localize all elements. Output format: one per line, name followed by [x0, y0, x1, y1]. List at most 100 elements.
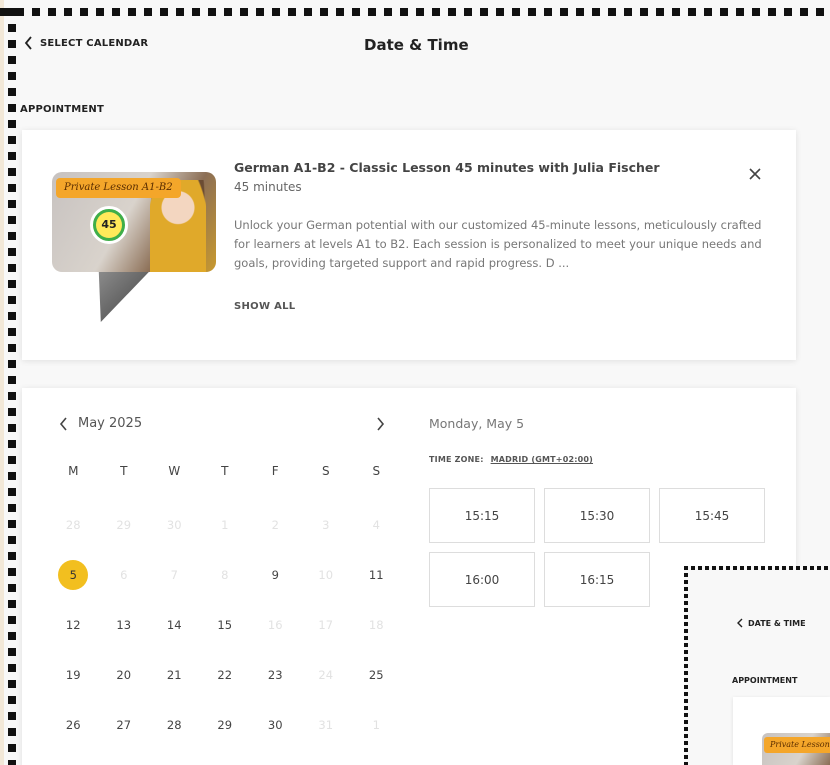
- calendar-day[interactable]: 26: [48, 708, 99, 758]
- calendar-day[interactable]: 11: [351, 558, 402, 608]
- calendar-day: 29: [99, 508, 150, 558]
- calendar-day-number: 30: [166, 518, 182, 532]
- calendar-day-selected[interactable]: 5: [48, 558, 99, 608]
- lesson-image: Private Lesson A1-B2 45: [52, 172, 216, 272]
- preview-back-label: DATE & TIME: [748, 618, 806, 628]
- calendar-day-number: 19: [65, 668, 81, 682]
- weekday-header: T: [120, 464, 128, 478]
- calendar-day-number: 9: [271, 568, 279, 582]
- calendar-day[interactable]: 30: [250, 708, 301, 758]
- preview-back-button[interactable]: DATE & TIME: [736, 618, 806, 628]
- calendar-day-number: 31: [318, 718, 334, 732]
- lesson-badge: Private Lesson A1-B2: [56, 178, 181, 198]
- appointment-title: German A1-B2 - Classic Lesson 45 minutes…: [234, 160, 660, 175]
- next-month-icon[interactable]: [374, 416, 386, 432]
- calendar-day[interactable]: 9: [250, 558, 301, 608]
- calendar-card: May 2025 M T W T F S S 28 29 30 1 2 3 4 5 6 7 8 9 10 11 12 13 1…: [22, 388, 796, 765]
- chevron-left-icon: [737, 618, 743, 628]
- calendar-day[interactable]: 20: [99, 658, 150, 708]
- calendar-day: 6: [99, 558, 150, 608]
- calendar-day[interactable]: 22: [200, 658, 251, 708]
- calendar-day[interactable]: 23: [250, 658, 301, 708]
- dashed-border-top: [0, 8, 830, 16]
- weekday-header: S: [321, 464, 330, 478]
- calendar-day[interactable]: 13: [99, 608, 150, 658]
- calendar-day-number: 7: [170, 568, 178, 582]
- appointment-duration: 45 minutes: [234, 180, 302, 194]
- preview-dashed-border-left: [684, 566, 688, 765]
- timezone-selector[interactable]: MADRID (GMT+02:00): [491, 455, 593, 464]
- appointment-section-label: APPOINTMENT: [20, 104, 104, 115]
- close-icon[interactable]: [747, 166, 763, 182]
- calendar-day-number: 18: [368, 618, 384, 632]
- time-slot-button[interactable]: 15:15: [429, 488, 535, 543]
- calendar-day[interactable]: 12: [48, 608, 99, 658]
- preview-dashed-border-top: [684, 566, 830, 570]
- calendar-day-number: 28: [65, 518, 81, 532]
- time-slot-button[interactable]: 16:15: [544, 552, 650, 607]
- calendar-day-number: 8: [221, 568, 229, 582]
- weekday-header: S: [372, 464, 381, 478]
- page-title: Date & Time: [364, 36, 469, 54]
- calendar-day-number: 23: [267, 668, 283, 682]
- time-slot-button[interactable]: 15:45: [659, 488, 765, 543]
- calendar-day[interactable]: 21: [149, 658, 200, 708]
- calendar-day: 28: [48, 508, 99, 558]
- calendar-day-number: 10: [318, 568, 334, 582]
- calendar-day-number: 25: [368, 668, 384, 682]
- calendar-day-number: 29: [116, 518, 132, 532]
- calendar-day-number: 13: [116, 618, 132, 632]
- calendar-day: 4: [351, 508, 402, 558]
- calendar-day-number: 2: [271, 518, 279, 532]
- calendar-day-number: 4: [372, 518, 380, 532]
- show-all-link[interactable]: SHOW ALL: [234, 301, 295, 312]
- timezone-row: TIME ZONE: MADRID (GMT+02:00): [429, 455, 593, 464]
- time-slot-button[interactable]: 15:30: [544, 488, 650, 543]
- time-slot-button[interactable]: 16:00: [429, 552, 535, 607]
- preview-lesson-badge: Private Lesson: [764, 737, 830, 753]
- back-to-calendar-button[interactable]: SELECT CALENDAR: [24, 36, 148, 50]
- calendar-day[interactable]: 19: [48, 658, 99, 708]
- calendar-day[interactable]: 25: [351, 658, 402, 708]
- lesson-thumbnail: Private Lesson A1-B2 45: [52, 172, 218, 322]
- calendar-day-number: 1: [372, 718, 380, 732]
- weekday-header: M: [68, 464, 79, 478]
- clock-icon: 45: [90, 206, 128, 244]
- dashed-border-left: [8, 8, 16, 765]
- clock-minutes: 45: [96, 212, 122, 238]
- calendar-day-number: 3: [322, 518, 330, 532]
- calendar-day-number: 17: [318, 618, 334, 632]
- top-bar: SELECT CALENDAR Date & Time: [24, 36, 824, 56]
- timezone-label: TIME ZONE:: [429, 455, 484, 464]
- calendar-day-number: 22: [217, 668, 233, 682]
- calendar-day: 8: [200, 558, 251, 608]
- calendar-day[interactable]: 28: [149, 708, 200, 758]
- calendar-day-number: 5: [58, 560, 89, 590]
- previous-month-icon[interactable]: [58, 416, 70, 432]
- calendar-day: 2: [250, 508, 301, 558]
- calendar-day-number: 24: [318, 668, 334, 682]
- appointment-description: Unlock your German potential with our cu…: [234, 218, 762, 270]
- calendar-day-number: 20: [116, 668, 132, 682]
- preview-section-label: APPOINTMENT: [732, 676, 798, 685]
- calendar-day-number: 11: [368, 568, 384, 582]
- calendar-day[interactable]: 14: [149, 608, 200, 658]
- calendar-day: 10: [301, 558, 352, 608]
- calendar-day: 3: [301, 508, 352, 558]
- calendar-day[interactable]: 15: [200, 608, 251, 658]
- calendar-day-number: 14: [166, 618, 182, 632]
- calendar-day-number: 6: [120, 568, 128, 582]
- appointment-card: Private Lesson A1-B2 45 German A1-B2 - C…: [22, 130, 796, 360]
- calendar-day[interactable]: 29: [200, 708, 251, 758]
- calendar-day-number: 27: [116, 718, 132, 732]
- calendar-day: 16: [250, 608, 301, 658]
- calendar-day: 7: [149, 558, 200, 608]
- calendar-day[interactable]: 27: [99, 708, 150, 758]
- calendar-day: 1: [351, 708, 402, 758]
- calendar-day-number: 30: [267, 718, 283, 732]
- calendar-day-number: 21: [166, 668, 182, 682]
- left-edge: [0, 0, 4, 765]
- selected-date-label: Monday, May 5: [429, 416, 525, 431]
- calendar-day: 1: [200, 508, 251, 558]
- chevron-left-icon: [24, 36, 32, 50]
